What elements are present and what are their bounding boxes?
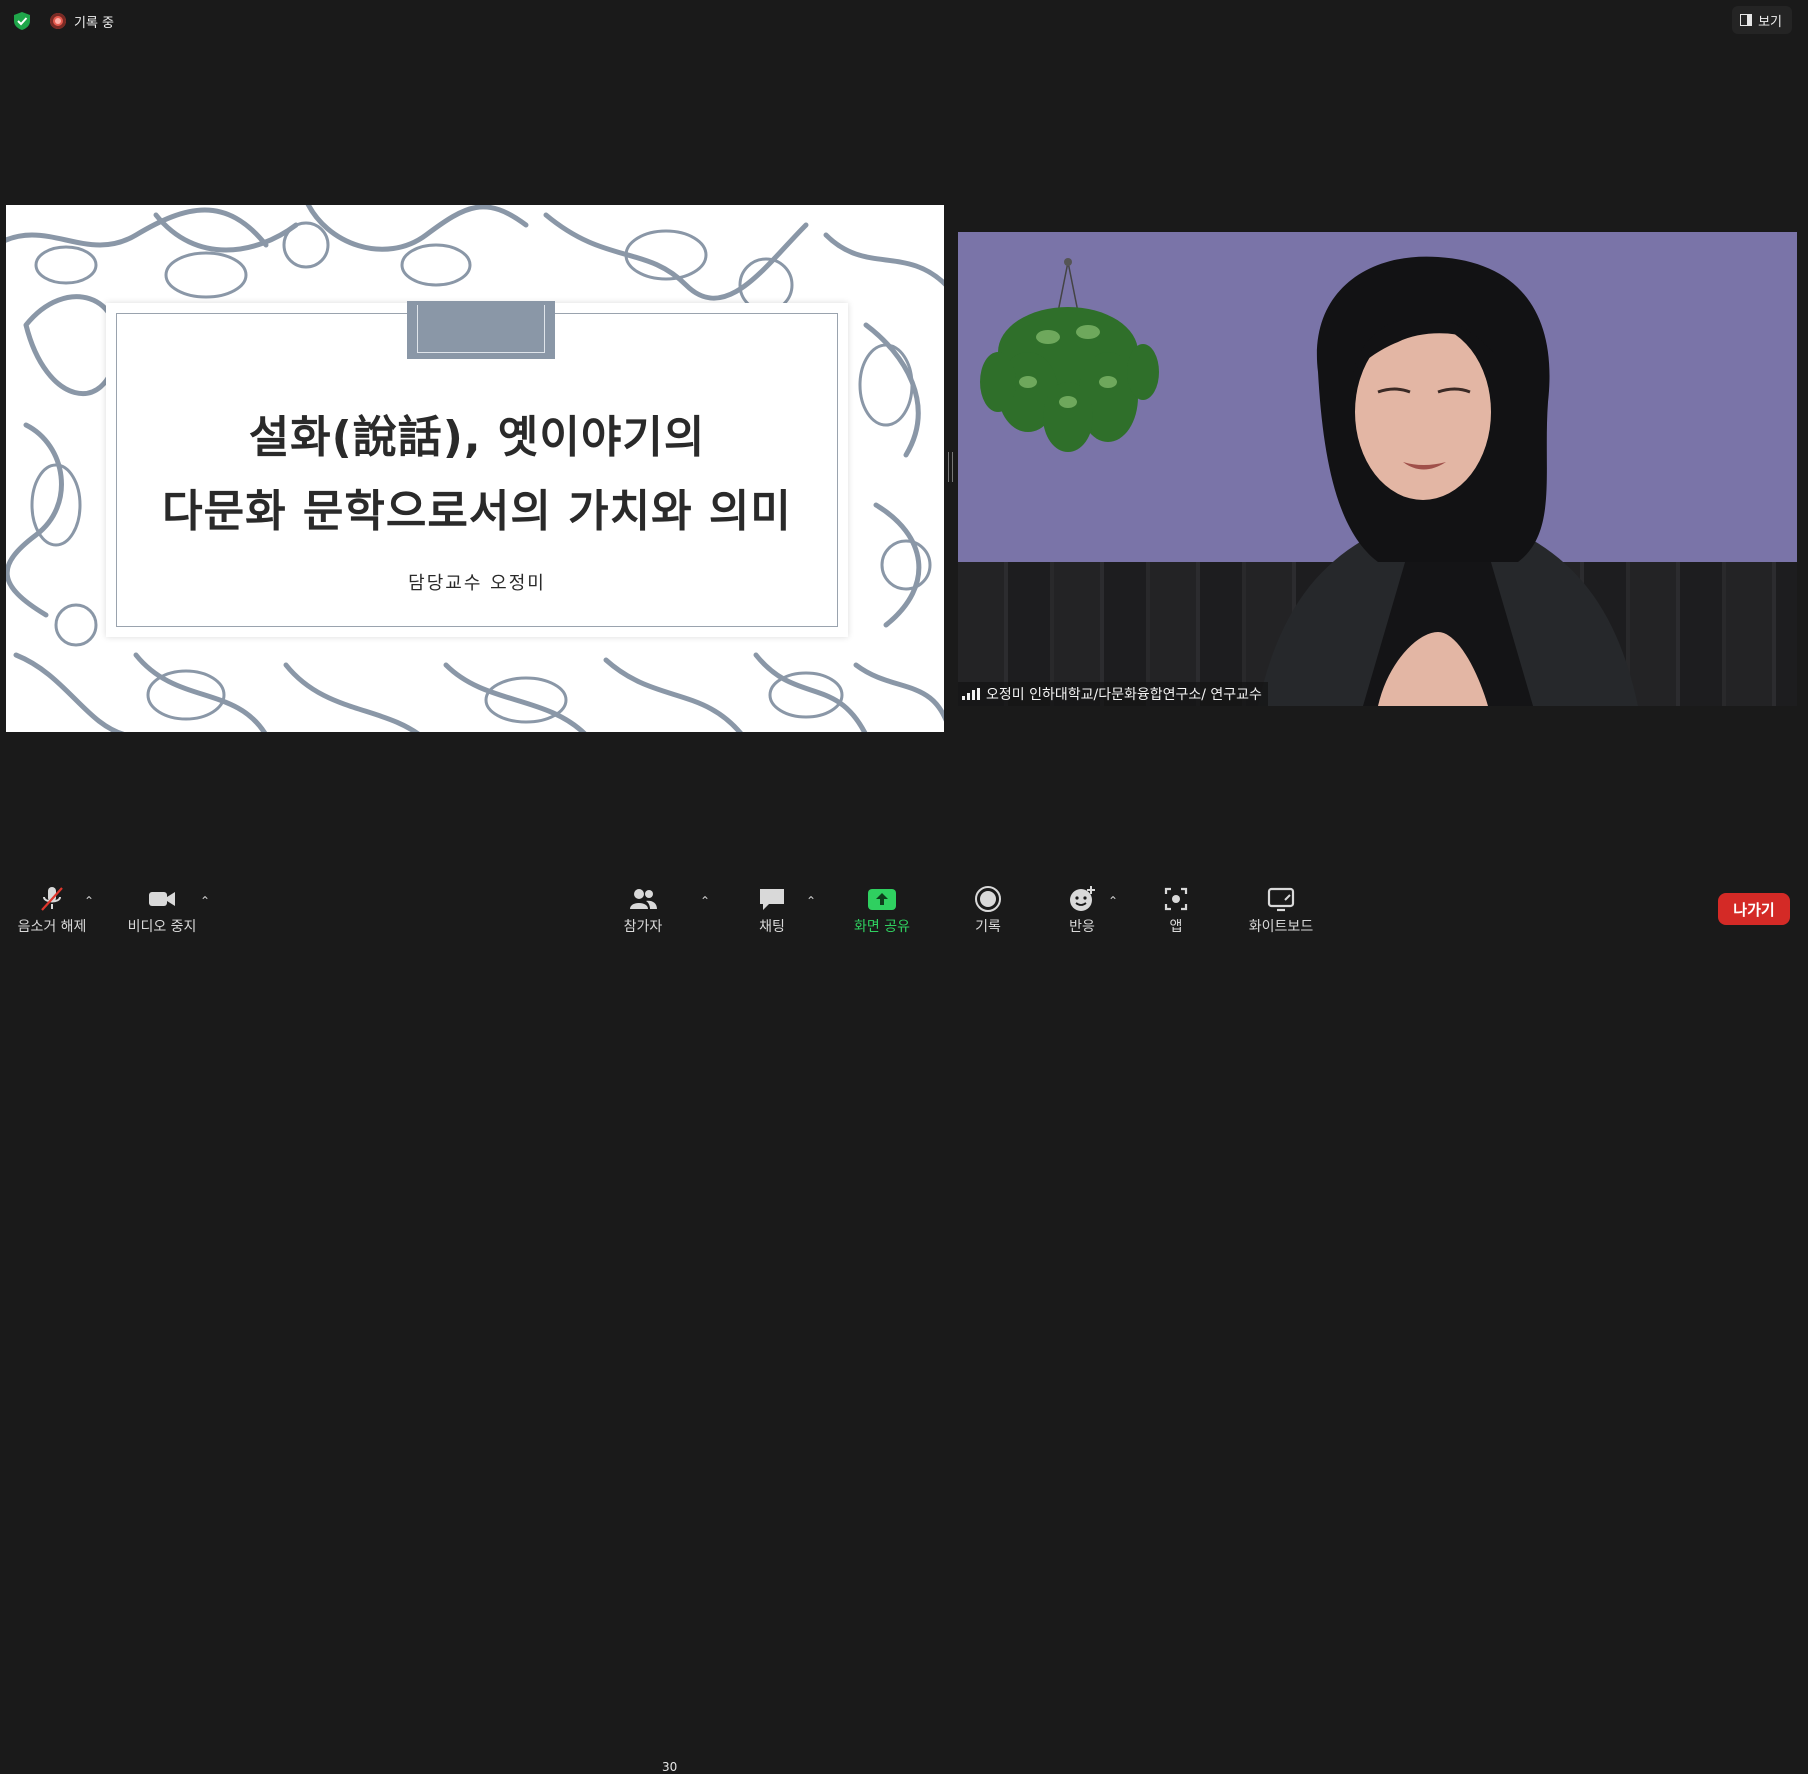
slide-subtitle: 담당교수 오정미 [408, 573, 546, 594]
leave-meeting-button[interactable]: 나가기 [1718, 893, 1790, 925]
participant-video-tile[interactable]: 오정미 인하대학교/다문화융합연구소/ 연구교수 [958, 232, 1797, 706]
participant-name-tag: 오정미 인하대학교/다문화융합연구소/ 연구교수 [958, 682, 1268, 706]
participants-options-chevron-up-icon[interactable]: ⌃ [700, 894, 710, 908]
whiteboard-button[interactable]: 화이트보드 [1236, 884, 1326, 936]
title-card-tab [407, 301, 555, 359]
reactions-button[interactable]: 반응 [1037, 884, 1127, 936]
whiteboard-icon [1266, 884, 1296, 914]
participants-button[interactable]: 참가자 [598, 884, 688, 936]
video-options-chevron-up-icon[interactable]: ⌃ [200, 894, 210, 908]
record-icon [973, 884, 1003, 914]
share-screen-button[interactable]: 화면 공유 [837, 884, 927, 936]
participant-name: 오정미 인하대학교/다문화융합연구소/ 연구교수 [986, 687, 1262, 703]
slide-title-line-1: 설화(說話), 옛이야기의 [248, 412, 706, 463]
shared-screen-slide: 설화(說話), 옛이야기의 다문화 문학으로서의 가치와 의미 담당교수 오정미 [6, 205, 944, 732]
video-camera-icon [147, 884, 177, 914]
participant-video-feed [980, 256, 1638, 706]
view-layout-icon [1740, 14, 1753, 26]
stop-video-label: 비디오 중지 [127, 919, 197, 935]
audio-options-chevron-up-icon[interactable]: ⌃ [84, 894, 94, 908]
title-card: 설화(說話), 옛이야기의 다문화 문학으로서의 가치와 의미 담당교수 오정미 [106, 301, 848, 637]
reactions-options-chevron-up-icon[interactable]: ⌃ [1108, 894, 1118, 908]
shield-icon[interactable] [12, 11, 32, 31]
recording-status[interactable]: 기록 중 [74, 12, 114, 31]
reactions-label: 반응 [1069, 919, 1095, 935]
chat-options-chevron-up-icon[interactable]: ⌃ [806, 894, 816, 908]
meeting-top-bar: 기록 중 보기 [0, 0, 1808, 42]
share-screen-icon [867, 884, 897, 914]
unmute-button[interactable]: 음소거 해제 [7, 884, 97, 936]
chat-bubble-icon [757, 884, 787, 914]
view-button[interactable]: 보기 [1732, 6, 1792, 34]
apps-button[interactable]: 앱 [1131, 884, 1221, 936]
participants-label: 참가자 [623, 919, 663, 935]
stop-video-button[interactable]: 비디오 중지 [117, 884, 207, 936]
participants-count: 30 [662, 1760, 678, 1774]
chat-label: 채팅 [759, 919, 785, 935]
share-screen-label: 화면 공유 [854, 919, 910, 935]
record-button[interactable]: 기록 [943, 884, 1033, 936]
apps-label: 앱 [1169, 919, 1183, 935]
slide-title-line-2: 다문화 문학으로서의 가치와 의미 [162, 486, 792, 537]
apps-icon [1161, 884, 1191, 914]
unmute-label: 음소거 해제 [17, 919, 87, 935]
smiley-plus-icon [1067, 884, 1097, 914]
connection-signal-icon [962, 688, 980, 700]
view-button-label: 보기 [1758, 14, 1782, 30]
record-label: 기록 [975, 919, 1001, 935]
microphone-muted-icon [37, 884, 67, 914]
recording-icon[interactable] [50, 13, 66, 29]
split-view-divider[interactable] [948, 452, 953, 482]
chat-button[interactable]: 채팅 [727, 884, 817, 936]
meeting-toolbar: 음소거 해제 ⌃ 비디오 중지 ⌃ 참가자 30 ⌃ 채팅 ⌃ 화면 공유 기록… [0, 872, 1808, 1774]
whiteboard-label: 화이트보드 [1248, 919, 1314, 935]
participants-icon [628, 884, 658, 914]
